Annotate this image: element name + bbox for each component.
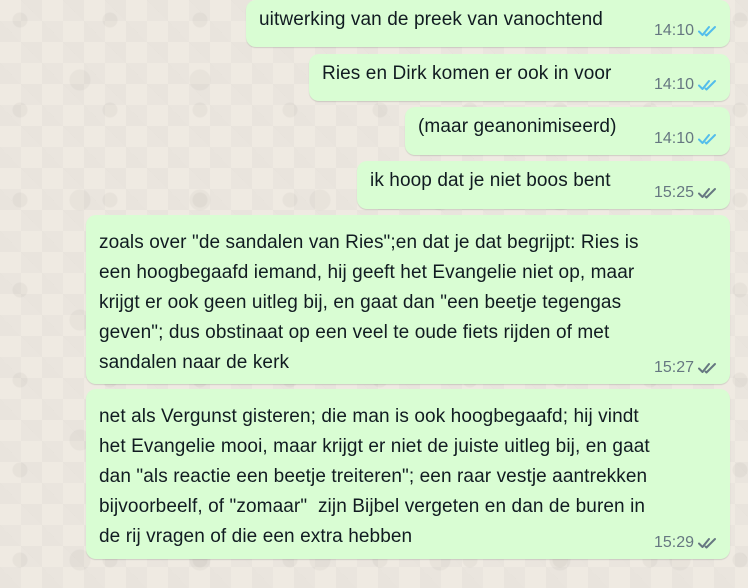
message-meta: 15:27	[654, 359, 720, 377]
message-time: 15:25	[653, 184, 694, 201]
message-text: uitwerking van de preek van vanochtend	[259, 9, 603, 30]
message-text: Ries en Dirk komen er ook in voor	[322, 63, 612, 84]
double-check-icon	[698, 24, 720, 38]
message-meta: 14:10	[654, 130, 720, 148]
double-check-icon	[698, 536, 720, 550]
double-check-icon	[698, 186, 720, 200]
message-time: 15:27	[653, 359, 694, 376]
double-check-icon	[698, 132, 720, 146]
message-meta: 14:10	[654, 76, 720, 94]
message-bubble-4[interactable]: ik hoop dat je niet boos bent 15:25	[357, 161, 730, 209]
message-meta: 15:25	[654, 184, 720, 202]
message-text: ik hoop dat je niet boos bent	[370, 170, 611, 191]
message-time: 14:10	[653, 22, 694, 39]
message-text: (maar geanonimiseerd)	[418, 116, 617, 137]
message-bubble-2[interactable]: Ries en Dirk komen er ook in voor 14:10	[309, 54, 730, 101]
message-bubble-1[interactable]: uitwerking van de preek van vanochtend 1…	[246, 0, 730, 47]
double-check-icon	[698, 78, 720, 92]
message-time: 14:10	[653, 76, 694, 93]
message-meta: 15:29	[654, 534, 720, 552]
message-time: 14:10	[653, 130, 694, 147]
message-bubble-6[interactable]: net als Vergunst gisteren; die man is oo…	[86, 389, 730, 559]
message-bubble-5[interactable]: zoals over "de sandalen van Ries";en dat…	[86, 215, 730, 384]
double-check-icon	[698, 361, 720, 375]
message-text: net als Vergunst gisteren; die man is oo…	[99, 406, 650, 547]
message-meta: 14:10	[654, 22, 720, 40]
message-text: zoals over "de sandalen van Ries";en dat…	[99, 232, 639, 373]
message-bubble-3[interactable]: (maar geanonimiseerd) 14:10	[405, 107, 730, 155]
message-time: 15:29	[653, 534, 694, 551]
